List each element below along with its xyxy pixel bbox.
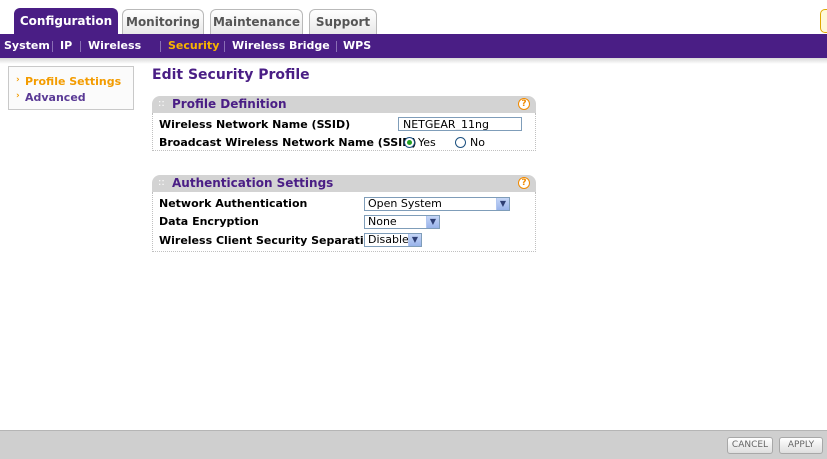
data-encryption-label: Data Encryption xyxy=(159,215,259,228)
profile-definition-header: :: Profile Definition ? xyxy=(152,96,536,113)
footer-bar xyxy=(0,430,827,459)
apply-button[interactable]: APPLY xyxy=(779,437,823,454)
subnav-system[interactable]: System xyxy=(4,34,50,58)
logout-icon[interactable] xyxy=(820,9,827,33)
tab-support[interactable]: Support xyxy=(309,9,377,34)
content-top-shadow xyxy=(0,58,827,64)
chevron-down-icon[interactable]: ▼ xyxy=(408,234,421,246)
sidebar-item-label: Advanced xyxy=(25,91,86,104)
subnav-wireless-bridge[interactable]: Wireless Bridge xyxy=(232,34,330,58)
top-tab-bar: Configuration Monitoring Maintenance Sup… xyxy=(0,0,827,35)
broadcast-no-radio[interactable] xyxy=(455,137,466,148)
tab-monitoring[interactable]: Monitoring xyxy=(122,9,204,34)
subnav-wps[interactable]: WPS xyxy=(343,34,371,58)
select-value: None xyxy=(368,215,397,228)
sidebar-item-label: Profile Settings xyxy=(25,75,122,88)
subnav-security[interactable]: Security xyxy=(168,34,219,58)
authentication-settings-header: :: Authentication Settings ? xyxy=(152,175,536,192)
broadcast-no-label: No xyxy=(470,136,485,149)
client-separation-select[interactable]: Disable ▼ xyxy=(364,233,422,247)
chevron-down-icon[interactable]: ▼ xyxy=(426,216,439,228)
select-value: Disable xyxy=(368,233,409,246)
subnav-separator xyxy=(336,41,337,52)
ssid-input[interactable] xyxy=(398,117,522,131)
data-encryption-select[interactable]: None ▼ xyxy=(364,215,440,229)
section-title: Authentication Settings xyxy=(172,176,334,190)
chevron-right-icon: › xyxy=(16,75,20,85)
broadcast-ssid-label: Broadcast Wireless Network Name (SSID) xyxy=(159,136,417,149)
help-icon[interactable]: ? xyxy=(518,177,530,189)
client-separation-label: Wireless Client Security Separation xyxy=(159,234,380,247)
sub-navigation: System IP Wireless Security Wireless Bri… xyxy=(0,34,827,58)
help-icon[interactable]: ? xyxy=(518,98,530,110)
page-title: Edit Security Profile xyxy=(152,67,310,83)
network-authentication-select[interactable]: Open System ▼ xyxy=(364,197,510,211)
ssid-label: Wireless Network Name (SSID) xyxy=(159,118,351,131)
subnav-ip[interactable]: IP xyxy=(60,34,72,58)
tab-maintenance[interactable]: Maintenance xyxy=(210,9,303,34)
grip-icon: :: xyxy=(158,98,165,109)
subnav-wireless[interactable]: Wireless xyxy=(88,34,141,58)
tab-configuration[interactable]: Configuration xyxy=(14,8,118,35)
broadcast-yes-radio[interactable] xyxy=(404,137,415,148)
cancel-button[interactable]: CANCEL xyxy=(727,437,773,454)
sidebar-item-profile-settings[interactable]: › Profile Settings xyxy=(16,75,122,88)
grip-icon: :: xyxy=(158,177,165,188)
broadcast-yes-label: Yes xyxy=(418,136,436,149)
network-authentication-label: Network Authentication xyxy=(159,197,308,210)
subnav-separator xyxy=(52,41,53,52)
subnav-separator xyxy=(160,41,161,52)
sidebar: › Profile Settings › Advanced xyxy=(8,66,134,110)
chevron-right-icon: › xyxy=(16,91,20,101)
sidebar-item-advanced[interactable]: › Advanced xyxy=(16,91,86,104)
chevron-down-icon[interactable]: ▼ xyxy=(496,198,509,210)
select-value: Open System xyxy=(368,197,442,210)
section-title: Profile Definition xyxy=(172,97,287,111)
subnav-separator xyxy=(80,41,81,52)
subnav-separator xyxy=(224,41,225,52)
